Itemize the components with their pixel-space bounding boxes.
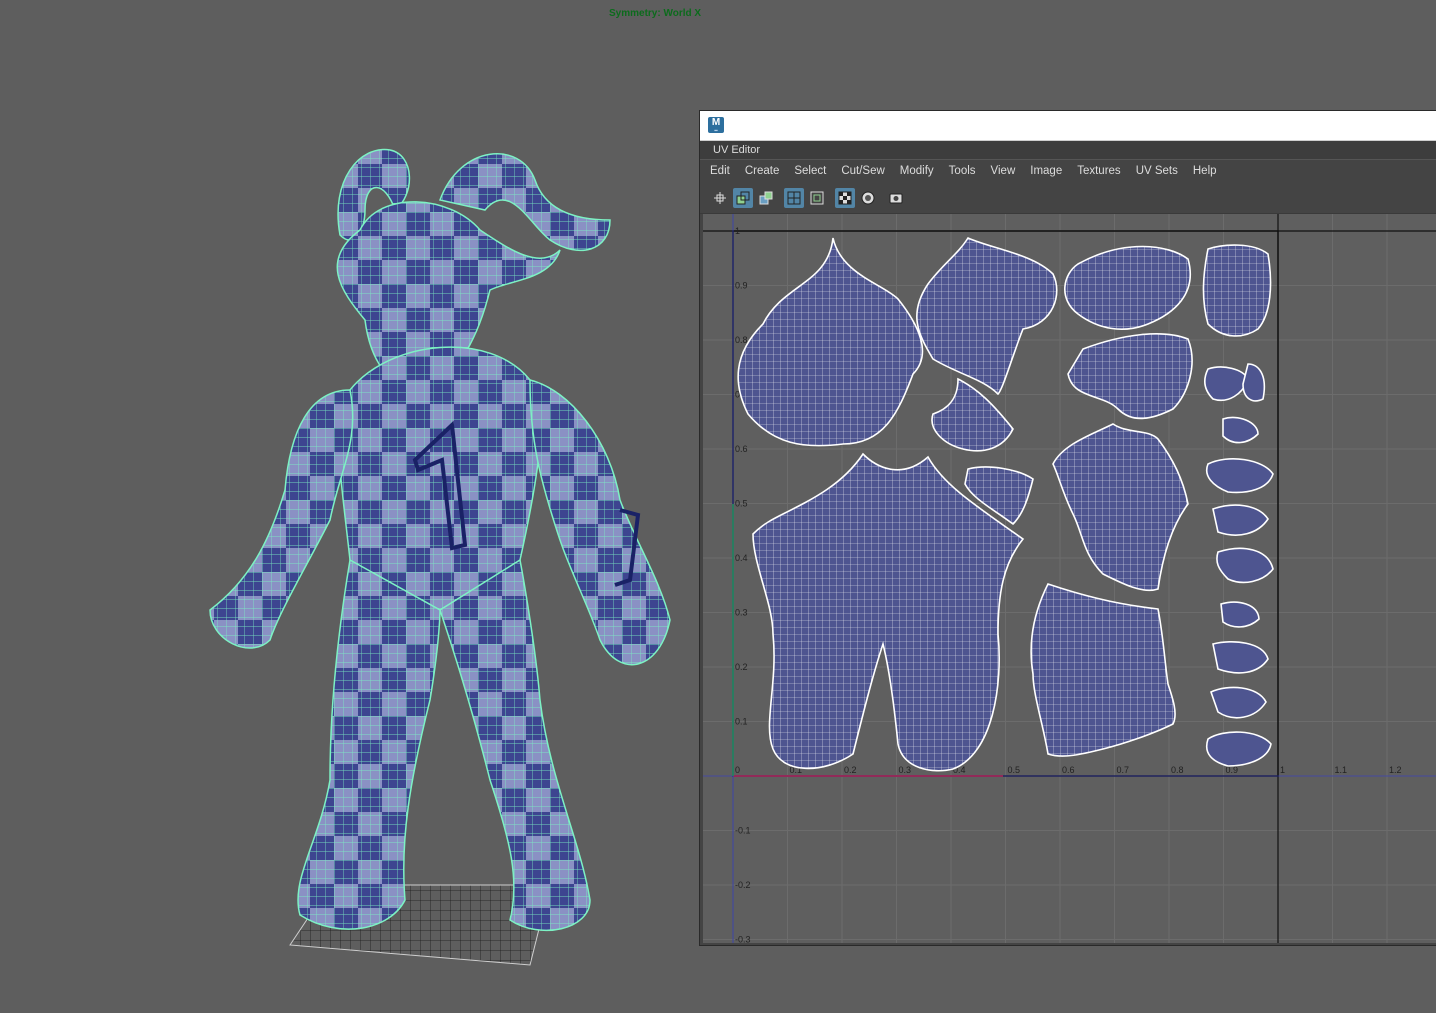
grid-display-icon[interactable]: [784, 188, 804, 208]
y-tick-label: 0.2: [735, 662, 748, 672]
uv-grid-canvas[interactable]: 0 0.1 0.2 0.3 0.4 0.5 0.6 0.7 0.8 0.9 1 1.1 1.210.90…: [703, 214, 1436, 943]
character-model[interactable]: [190, 140, 690, 970]
y-tick-label: 0.8: [735, 335, 748, 345]
x-tick-label: 1.2: [1389, 765, 1402, 775]
snapshot-icon[interactable]: [886, 188, 906, 208]
x-tick-label: 0.8: [1171, 765, 1184, 775]
menu-create[interactable]: Create: [745, 165, 780, 177]
y-tick-label: 0.9: [735, 281, 748, 291]
menu-image[interactable]: Image: [1030, 165, 1062, 177]
x-tick-label: 0.3: [899, 765, 912, 775]
menu-help[interactable]: Help: [1193, 165, 1217, 177]
menu-uv-sets[interactable]: UV Sets: [1136, 165, 1178, 177]
y-tick-label: 1: [735, 226, 740, 236]
uv-shaded-icon[interactable]: [756, 188, 776, 208]
symmetry-label: Symmetry: World X: [609, 8, 702, 19]
y-tick-label: -0.3: [735, 935, 751, 944]
window-titlebar[interactable]: M ▪▪: [700, 111, 1436, 141]
menu-view[interactable]: View: [991, 165, 1016, 177]
distortion-icon[interactable]: [858, 188, 878, 208]
x-tick-label: 0.2: [844, 765, 857, 775]
x-tick-label: 0.7: [1117, 765, 1130, 775]
menu-tools[interactable]: Tools: [949, 165, 976, 177]
y-tick-label: 0.1: [735, 717, 748, 727]
x-tick-label: 1.1: [1335, 765, 1348, 775]
uv-toolkit-icon[interactable]: [710, 188, 730, 208]
maya-app-icon: M ▪▪: [708, 117, 724, 134]
menu-textures[interactable]: Textures: [1077, 165, 1120, 177]
menu-modify[interactable]: Modify: [900, 165, 934, 177]
x-tick-label: 0.6: [1062, 765, 1075, 775]
y-tick-label: -0.2: [735, 880, 751, 890]
menu-edit[interactable]: Edit: [710, 165, 730, 177]
uv-shell-icon[interactable]: [733, 188, 753, 208]
y-tick-label: 0.6: [735, 444, 748, 454]
x-tick-label: 0.5: [1008, 765, 1021, 775]
mesh-wireframe-overlay: [210, 149, 670, 931]
uv-editor-window[interactable]: M ▪▪ UV Editor Edit Create Select Cut/Sew…: [699, 110, 1436, 946]
y-tick-label: -0.1: [735, 826, 751, 836]
y-tick-label: 0.5: [735, 499, 748, 509]
menu-cut-sew[interactable]: Cut/Sew: [841, 165, 884, 177]
uv-editor-title: UV Editor: [713, 144, 761, 156]
menu-bar: Edit Create Select Cut/Sew Modify Tools …: [700, 159, 1436, 182]
checker-map-icon[interactable]: [835, 188, 855, 208]
panel-tab[interactable]: UV Editor: [700, 141, 1436, 159]
x-tick-label: 1: [1280, 765, 1285, 775]
x-tick-label: 0: [735, 765, 740, 775]
y-tick-label: 0.3: [735, 608, 748, 618]
menu-select[interactable]: Select: [794, 165, 826, 177]
uv-toolbar: [700, 183, 1436, 214]
y-tick-label: 0.4: [735, 553, 748, 563]
texture-borders-icon[interactable]: [807, 188, 827, 208]
